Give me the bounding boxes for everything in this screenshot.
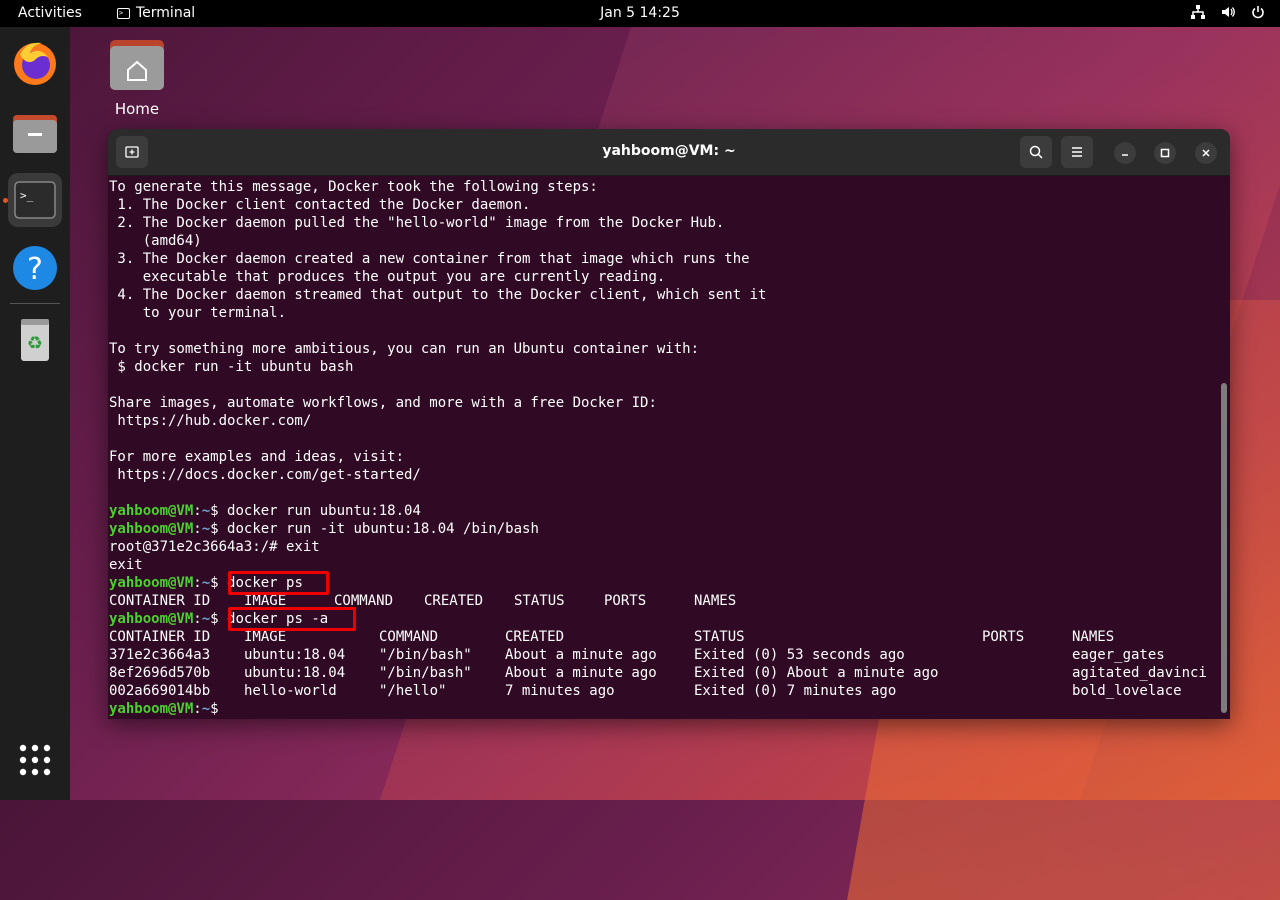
- column-header: COMMAND: [379, 628, 438, 646]
- close-button[interactable]: [1195, 142, 1217, 164]
- trash-icon[interactable]: ♻: [8, 313, 62, 367]
- command-text: docker run -it ubuntu:18.04 /bin/bash: [227, 521, 539, 537]
- files-icon[interactable]: [8, 105, 62, 159]
- table-cell: ubuntu:18.04: [244, 664, 345, 682]
- column-header: CONTAINER ID: [109, 628, 210, 646]
- terminal-dock-item[interactable]: >_: [8, 173, 62, 227]
- output-line: Share images, automate workflows, and mo…: [109, 394, 657, 412]
- table-cell: "/hello": [379, 682, 446, 700]
- column-header: STATUS: [514, 592, 565, 610]
- help-icon[interactable]: ?: [8, 241, 62, 295]
- output-line: For more examples and ideas, visit:: [109, 448, 404, 466]
- minimize-button[interactable]: [1114, 142, 1136, 164]
- terminal-output[interactable]: To generate this message, Docker took th…: [109, 178, 1219, 718]
- output-line: to your terminal.: [109, 304, 286, 322]
- output-line: 3. The Docker daemon created a new conta…: [109, 250, 750, 268]
- table-cell: bold_lovelace: [1072, 682, 1182, 700]
- scrollbar[interactable]: [1221, 179, 1227, 715]
- prompt-line: yahboom@VM:~$ docker run -it ubuntu:18.0…: [109, 520, 539, 538]
- highlight-box: [228, 607, 356, 631]
- output-line: root@371e2c3664a3:/# exit: [109, 538, 320, 556]
- column-header: NAMES: [694, 592, 736, 610]
- column-header: CONTAINER ID: [109, 592, 210, 610]
- search-icon: [1028, 144, 1044, 160]
- table-cell: 002a669014bb: [109, 682, 210, 700]
- dock: >_ ? ♻: [0, 27, 70, 800]
- column-header: PORTS: [982, 628, 1024, 646]
- home-label: Home: [106, 100, 168, 118]
- app-grid-icon[interactable]: [8, 733, 62, 787]
- maximize-button[interactable]: [1154, 142, 1176, 164]
- system-tray[interactable]: [1190, 4, 1266, 20]
- power-icon[interactable]: [1250, 4, 1266, 20]
- search-button[interactable]: [1020, 136, 1052, 168]
- close-icon: [1200, 147, 1212, 159]
- table-cell: 371e2c3664a3: [109, 646, 210, 664]
- table-cell: "/bin/bash": [379, 664, 472, 682]
- svg-text:>_: >_: [20, 189, 34, 202]
- svg-text:?: ?: [27, 252, 43, 287]
- firefox-icon[interactable]: [8, 37, 62, 91]
- scrollbar-thumb[interactable]: [1221, 383, 1227, 713]
- table-cell: Exited (0) About a minute ago: [694, 664, 938, 682]
- table-row: 002a669014bb hello-world "/hello" 7 minutes…: [109, 682, 1219, 700]
- output-line: exit: [109, 556, 143, 574]
- column-header: CREATED: [424, 592, 483, 610]
- output-line: $ docker run -it ubuntu bash: [109, 358, 353, 376]
- terminal-icon: >_: [8, 173, 62, 227]
- table-cell: eager_gates: [1072, 646, 1165, 664]
- hamburger-icon: [1069, 144, 1085, 160]
- network-icon[interactable]: [1190, 4, 1206, 20]
- column-header: STATUS: [694, 628, 745, 646]
- prompt-line: yahboom@VM:~$ docker run ubuntu:18.04: [109, 502, 421, 520]
- table-cell: "/bin/bash": [379, 646, 472, 664]
- output-line: To generate this message, Docker took th…: [109, 178, 598, 196]
- prompt-line: yahboom@VM:~$: [109, 700, 227, 718]
- menu-button[interactable]: [1061, 136, 1093, 168]
- dock-separator: [10, 303, 60, 304]
- column-header: NAMES: [1072, 628, 1114, 646]
- output-line: To try something more ambitious, you can…: [109, 340, 699, 358]
- table-cell: ubuntu:18.04: [244, 646, 345, 664]
- table-cell: About a minute ago: [505, 664, 657, 682]
- output-line: https://docs.docker.com/get-started/: [109, 466, 421, 484]
- table-cell: Exited (0) 53 seconds ago: [694, 646, 905, 664]
- top-bar: Activities > Terminal Jan 5 14:25: [0, 0, 1280, 27]
- table-row: 371e2c3664a3 ubuntu:18.04 "/bin/bash" About…: [109, 646, 1219, 664]
- terminal-header[interactable]: yahboom@VM: ~: [108, 129, 1230, 176]
- table-row: 8ef2696d570b ubuntu:18.04 "/bin/bash" About…: [109, 664, 1219, 682]
- output-line: 4. The Docker daemon streamed that outpu…: [109, 286, 766, 304]
- table-cell: agitated_davinci: [1072, 664, 1207, 682]
- highlight-box: [228, 571, 329, 595]
- terminal-window[interactable]: yahboom@VM: ~ To generate this message, …: [108, 129, 1230, 719]
- minimize-icon: [1119, 147, 1131, 159]
- output-line: 2. The Docker daemon pulled the "hello-w…: [109, 214, 724, 232]
- home-folder-icon: [108, 38, 166, 92]
- column-header: CREATED: [505, 628, 564, 646]
- table-cell: 8ef2696d570b: [109, 664, 210, 682]
- maximize-icon: [1159, 147, 1171, 159]
- table-cell: Exited (0) 7 minutes ago: [694, 682, 896, 700]
- table-cell: hello-world: [244, 682, 337, 700]
- running-indicator: [3, 198, 8, 203]
- column-header: PORTS: [604, 592, 646, 610]
- volume-icon[interactable]: [1220, 4, 1236, 20]
- command-text: docker run ubuntu:18.04: [227, 503, 421, 519]
- clock[interactable]: Jan 5 14:25: [0, 5, 1280, 21]
- output-line: https://hub.docker.com/: [109, 412, 311, 430]
- table-cell: About a minute ago: [505, 646, 657, 664]
- svg-text:♻: ♻: [27, 333, 43, 354]
- output-line: executable that produces the output you …: [109, 268, 665, 286]
- output-line: 1. The Docker client contacted the Docke…: [109, 196, 530, 214]
- desktop-home-icon[interactable]: Home: [106, 38, 168, 118]
- table-cell: 7 minutes ago: [505, 682, 615, 700]
- output-line: (amd64): [109, 232, 202, 250]
